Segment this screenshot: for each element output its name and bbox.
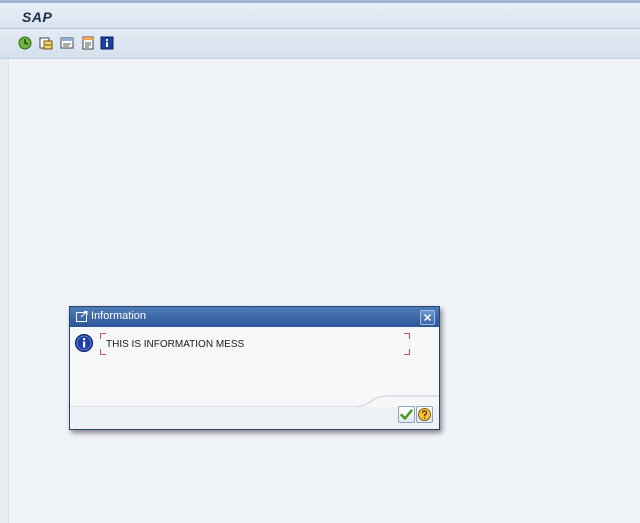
display-list-button[interactable] <box>60 36 74 50</box>
dialog-title: Information <box>91 310 147 322</box>
field-corner-top-right <box>404 333 410 339</box>
ok-button[interactable] <box>398 406 415 423</box>
execute-icon <box>18 36 32 50</box>
message-field: THIS IS INFORMATION MESS <box>100 333 410 355</box>
information-icon <box>100 36 114 50</box>
close-icon <box>423 313 432 322</box>
dialog-message: THIS IS INFORMATION MESS <box>106 339 245 350</box>
application-toolbar <box>0 29 640 59</box>
information-dialog: Information THIS IS INFORMATION MESS <box>69 306 440 430</box>
popup-window-icon <box>76 311 88 322</box>
field-corner-bottom-right <box>404 349 410 355</box>
dialog-header[interactable]: Information <box>70 307 439 327</box>
information-button[interactable] <box>100 36 114 50</box>
info-circle-icon <box>75 334 93 352</box>
get-variant-button[interactable] <box>39 36 53 50</box>
get-variant-icon <box>39 37 53 50</box>
dialog-footer <box>70 407 439 429</box>
main-content-area <box>9 59 640 523</box>
help-button[interactable] <box>416 406 433 423</box>
selection-options-button[interactable] <box>81 36 95 50</box>
close-button[interactable] <box>420 310 435 325</box>
execute-button[interactable] <box>18 36 32 50</box>
left-frame-border <box>0 59 9 523</box>
help-icon <box>418 408 431 421</box>
title-bar: SAP <box>0 3 640 29</box>
app-title: SAP <box>22 9 53 25</box>
selection-options-icon <box>82 36 94 50</box>
checkmark-icon <box>400 409 413 420</box>
display-list-icon <box>60 37 74 49</box>
